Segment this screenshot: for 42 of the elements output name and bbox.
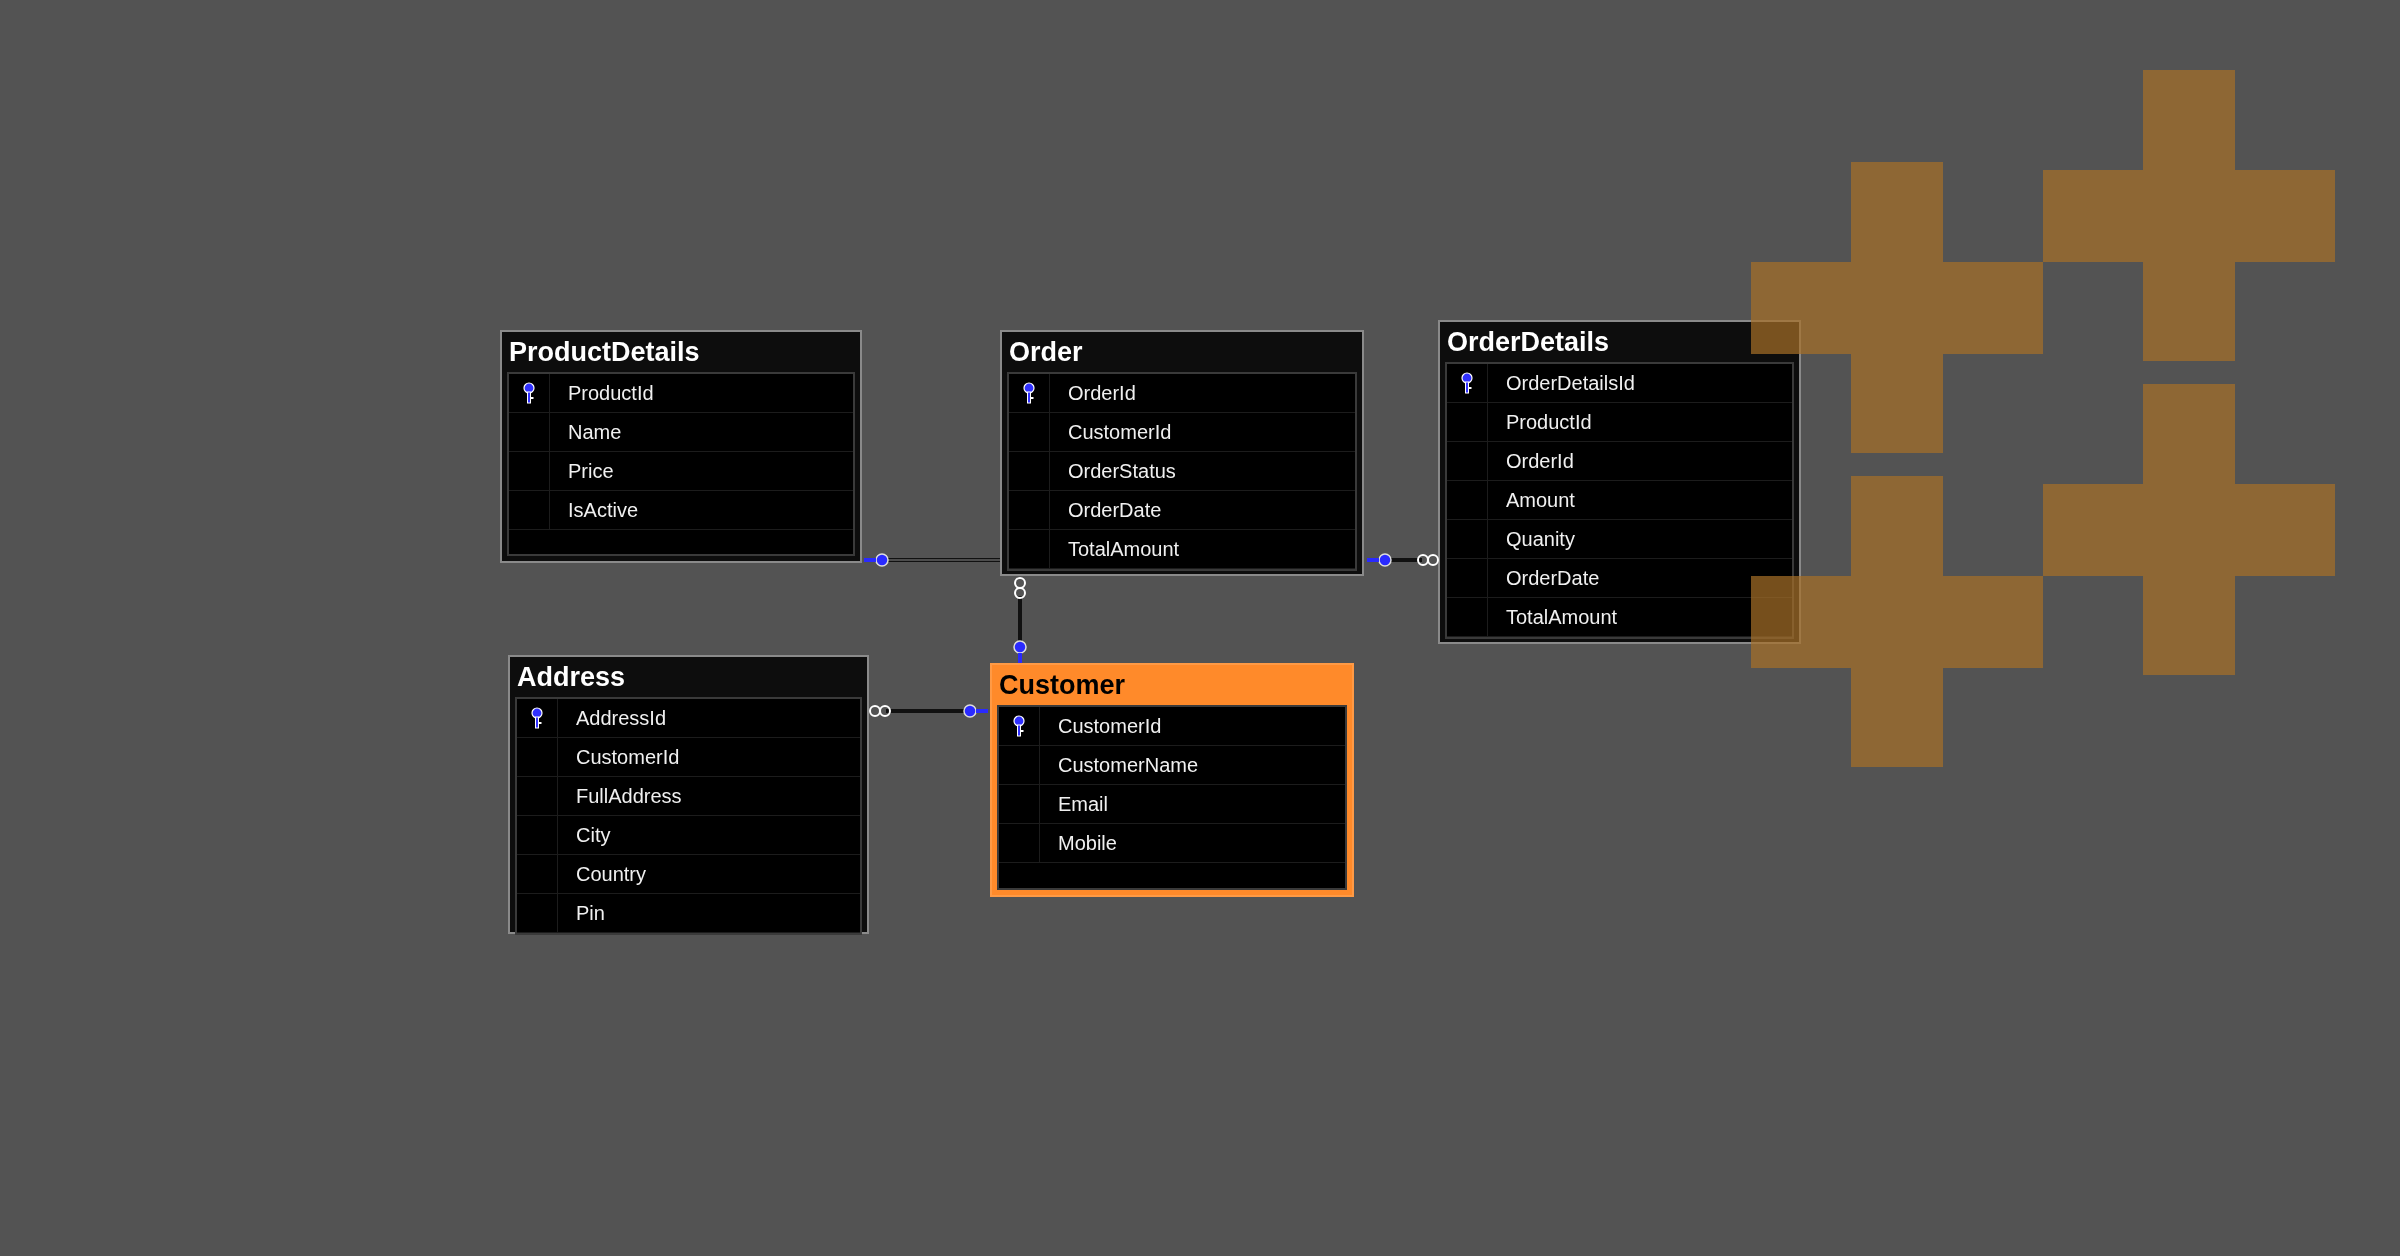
relationship-line	[1367, 553, 1439, 567]
table-title: Address	[516, 661, 627, 694]
key-icon	[522, 382, 536, 404]
column-name: OrderStatus	[1067, 459, 1176, 483]
table-title: Order	[1008, 336, 1084, 369]
column-name: TotalAmount	[1505, 605, 1618, 629]
column-name: IsActive	[567, 498, 639, 522]
column-name: OrderDate	[1505, 566, 1600, 590]
key-icon	[1460, 372, 1474, 394]
column-name: ProductId	[567, 381, 654, 405]
column-name: OrderId	[1067, 381, 1136, 405]
table-card[interactable]: Order OrderId CustomerId OrderStatus OrderDate TotalAmount	[1000, 330, 1364, 576]
table-title: ProductDetails	[508, 336, 701, 369]
column-name: OrderDate	[1067, 498, 1162, 522]
column-name: ProductId	[1505, 410, 1592, 434]
table-card[interactable]: Customer CustomerId CustomerName Email Mobile	[990, 663, 1354, 897]
column-name: AddressId	[575, 706, 667, 730]
column-name: Email	[1057, 792, 1108, 816]
table-title: OrderDetails	[1446, 326, 1611, 359]
table-card[interactable]: OrderDetails OrderDetailsId ProductId OrderId Amount Quanity OrderDate TotalAmount	[1438, 320, 1801, 644]
column-name: Mobile	[1057, 831, 1117, 855]
key-icon	[1012, 715, 1026, 737]
table-card[interactable]: Address AddressId CustomerId FullAddress City Country Pin	[508, 655, 869, 934]
table-card[interactable]: ProductDetails ProductId Name Price IsActive	[500, 330, 862, 563]
column-name: Pin	[575, 901, 605, 925]
column-name: Price	[567, 459, 614, 483]
column-name: Name	[567, 420, 622, 444]
column-name: Country	[575, 862, 647, 886]
column-name: CustomerId	[575, 745, 680, 769]
column-name: Quanity	[1505, 527, 1575, 551]
key-icon	[1022, 382, 1036, 404]
column-name: Amount	[1505, 488, 1575, 512]
column-name: FullAddress	[575, 784, 682, 808]
column-name: TotalAmount	[1067, 537, 1180, 561]
key-icon	[530, 707, 544, 729]
column-name: City	[575, 823, 611, 847]
column-name: CustomerId	[1057, 714, 1162, 738]
column-name: CustomerId	[1067, 420, 1172, 444]
column-name: CustomerName	[1057, 753, 1199, 777]
table-title: Customer	[998, 669, 1127, 702]
column-name: OrderDetailsId	[1505, 371, 1635, 395]
column-name: OrderId	[1505, 449, 1574, 473]
